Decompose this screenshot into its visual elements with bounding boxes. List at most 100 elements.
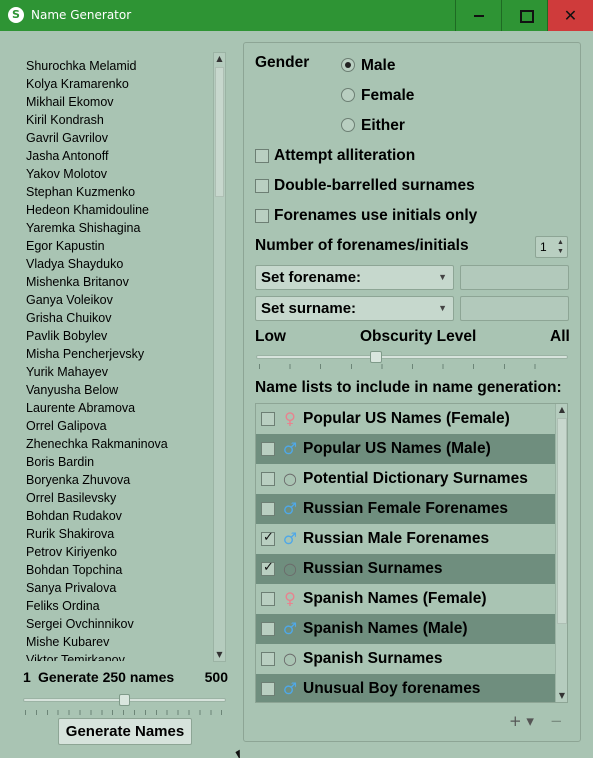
name-list-checkbox[interactable] <box>261 682 275 696</box>
gender-label: Gender <box>255 54 310 71</box>
name-list-checkbox[interactable] <box>261 652 275 666</box>
name-list-item[interactable]: Orrel Galipova <box>26 417 214 435</box>
name-list-item[interactable]: Hedeon Khamidouline <box>26 201 214 219</box>
set-forename-dropdown[interactable]: Set forename: ▼ <box>255 265 454 290</box>
initials-only-checkbox[interactable] <box>255 209 269 223</box>
name-list-item[interactable]: Mishenka Britanov <box>26 273 214 291</box>
name-list-label: Russian Male Forenames <box>303 530 490 547</box>
name-list-row[interactable]: ♂ Russian Female Forenames <box>256 494 555 524</box>
obscurity-label: Obscurity Level <box>360 328 477 345</box>
gender-male-label[interactable]: Male <box>361 57 395 75</box>
name-list-checkbox[interactable] <box>261 502 275 516</box>
name-list-item[interactable]: Pavlik Bobylev <box>26 327 214 345</box>
name-list-row[interactable]: ○ Spanish Surnames <box>256 644 555 674</box>
close-icon: ✕ <box>563 6 578 25</box>
name-list-row[interactable]: ♂ Russian Male Forenames <box>256 524 555 554</box>
scroll-up-icon[interactable]: ▲ <box>556 404 567 416</box>
names-scrollbar[interactable]: ▲ ▼ <box>213 52 226 662</box>
name-list-row[interactable]: ♀ Spanish Names (Female) <box>256 584 555 614</box>
double-barrelled-checkbox[interactable] <box>255 179 269 193</box>
name-list-item[interactable]: Laurente Abramova <box>26 399 214 417</box>
name-list-item[interactable]: Sergei Ovchinnikov <box>26 615 214 633</box>
initials-only-label[interactable]: Forenames use initials only <box>274 207 477 225</box>
maximize-button[interactable] <box>501 0 547 31</box>
scroll-thumb[interactable] <box>215 67 224 197</box>
name-list-row[interactable]: ♂ Spanish Names (Male) <box>256 614 555 644</box>
add-list-button[interactable]: + ▾ <box>509 712 534 730</box>
remove-list-button[interactable]: − <box>550 712 563 730</box>
name-list-item[interactable]: Kolya Kramarenko <box>26 75 214 93</box>
name-list-item[interactable]: Rurik Shakirova <box>26 525 214 543</box>
name-list-item[interactable]: Petrov Kiriyenko <box>26 543 214 561</box>
name-list-item[interactable]: Jasha Antonoff <box>26 147 214 165</box>
name-list-item[interactable]: Bohdan Topchina <box>26 561 214 579</box>
scroll-thumb[interactable] <box>557 418 567 624</box>
name-list-item[interactable]: Yaremka Shishagina <box>26 219 214 237</box>
generate-count-slider[interactable] <box>23 694 226 718</box>
name-list-item[interactable]: Gavril Gavrilov <box>26 129 214 147</box>
name-list-item[interactable]: Sanya Privalova <box>26 579 214 597</box>
generated-names-panel: Shurochka Melamid Kolya Kramarenko Mikhail… <box>14 45 230 665</box>
scroll-down-icon[interactable]: ▼ <box>556 690 567 702</box>
name-list-checkbox[interactable] <box>261 412 275 426</box>
male-icon: ♂ <box>282 679 298 698</box>
scroll-down-icon[interactable]: ▼ <box>214 649 225 661</box>
generate-names-button[interactable]: Generate Names <box>58 718 192 745</box>
name-list-item[interactable]: Bohdan Rudakov <box>26 507 214 525</box>
double-barrelled-label[interactable]: Double-barrelled surnames <box>274 177 475 195</box>
surname-input[interactable] <box>460 296 569 321</box>
name-list-item[interactable]: Yakov Molotov <box>26 165 214 183</box>
name-list-item[interactable]: Vladya Shayduko <box>26 255 214 273</box>
gender-either-radio[interactable] <box>341 118 355 132</box>
name-list-checkbox[interactable] <box>261 472 275 486</box>
alliteration-label[interactable]: Attempt alliteration <box>274 147 415 165</box>
name-list-item[interactable]: Kiril Kondrash <box>26 111 214 129</box>
name-list-item[interactable]: Boris Bardin <box>26 453 214 471</box>
name-list-row[interactable]: ○ Potential Dictionary Surnames <box>256 464 555 494</box>
name-lists-scrollbar[interactable]: ▲ ▼ <box>555 404 567 702</box>
name-list-checkbox[interactable] <box>261 622 275 636</box>
name-list-item[interactable]: Boryenka Zhuvova <box>26 471 214 489</box>
obscurity-slider[interactable] <box>256 350 568 370</box>
name-list-row[interactable]: ♂ Popular US Names (Male) <box>256 434 555 464</box>
generated-names-list[interactable]: Shurochka Melamid Kolya Kramarenko Mikhail… <box>26 57 214 661</box>
minimize-button[interactable] <box>455 0 501 31</box>
name-list-item[interactable]: Shurochka Melamid <box>26 57 214 75</box>
name-list-item[interactable]: Grisha Chuikov <box>26 309 214 327</box>
spinner-up-icon[interactable]: ▲ <box>555 238 566 247</box>
name-list-item[interactable]: Misha Pencherjevsky <box>26 345 214 363</box>
name-list-row[interactable]: ♀ Popular US Names (Female) <box>256 404 555 434</box>
name-list-item[interactable]: Zhenechka Rakmaninova <box>26 435 214 453</box>
slider-handle[interactable] <box>370 351 382 363</box>
name-list-checkbox[interactable] <box>261 592 275 606</box>
name-list-item[interactable]: Feliks Ordina <box>26 597 214 615</box>
name-list-item[interactable]: Ganya Voleikov <box>26 291 214 309</box>
scroll-up-icon[interactable]: ▲ <box>214 53 225 65</box>
name-list-row[interactable]: ○ Russian Surnames <box>256 554 555 584</box>
slider-handle[interactable] <box>119 694 130 706</box>
gender-either-label[interactable]: Either <box>361 117 405 135</box>
name-list-item[interactable]: Stephan Kuzmenko <box>26 183 214 201</box>
name-list-item[interactable]: Viktor Temirkanov <box>26 651 214 661</box>
gender-female-label[interactable]: Female <box>361 87 414 105</box>
male-icon: ♂ <box>282 499 298 518</box>
alliteration-checkbox[interactable] <box>255 149 269 163</box>
name-list-item[interactable]: Orrel Basilevsky <box>26 489 214 507</box>
name-list-item[interactable]: Yurik Mahayev <box>26 363 214 381</box>
name-list-checkbox[interactable] <box>261 530 275 546</box>
forenames-count-value[interactable]: 1 <box>540 240 547 254</box>
forename-input[interactable] <box>460 265 569 290</box>
name-list-checkbox[interactable] <box>261 560 275 576</box>
spinner-down-icon[interactable]: ▼ <box>555 247 566 256</box>
name-list-checkbox[interactable] <box>261 442 275 456</box>
gender-male-radio[interactable] <box>341 58 355 72</box>
forenames-count-spinner[interactable]: 1 ▲ ▼ <box>535 236 568 258</box>
name-list-item[interactable]: Egor Kapustin <box>26 237 214 255</box>
gender-female-radio[interactable] <box>341 88 355 102</box>
close-button[interactable]: ✕ <box>547 0 593 31</box>
name-list-row[interactable]: ♂ Unusual Boy forenames <box>256 674 555 702</box>
name-list-item[interactable]: Mishe Kubarev <box>26 633 214 651</box>
name-list-item[interactable]: Vanyusha Below <box>26 381 214 399</box>
set-surname-dropdown[interactable]: Set surname: ▼ <box>255 296 454 321</box>
name-list-item[interactable]: Mikhail Ekomov <box>26 93 214 111</box>
